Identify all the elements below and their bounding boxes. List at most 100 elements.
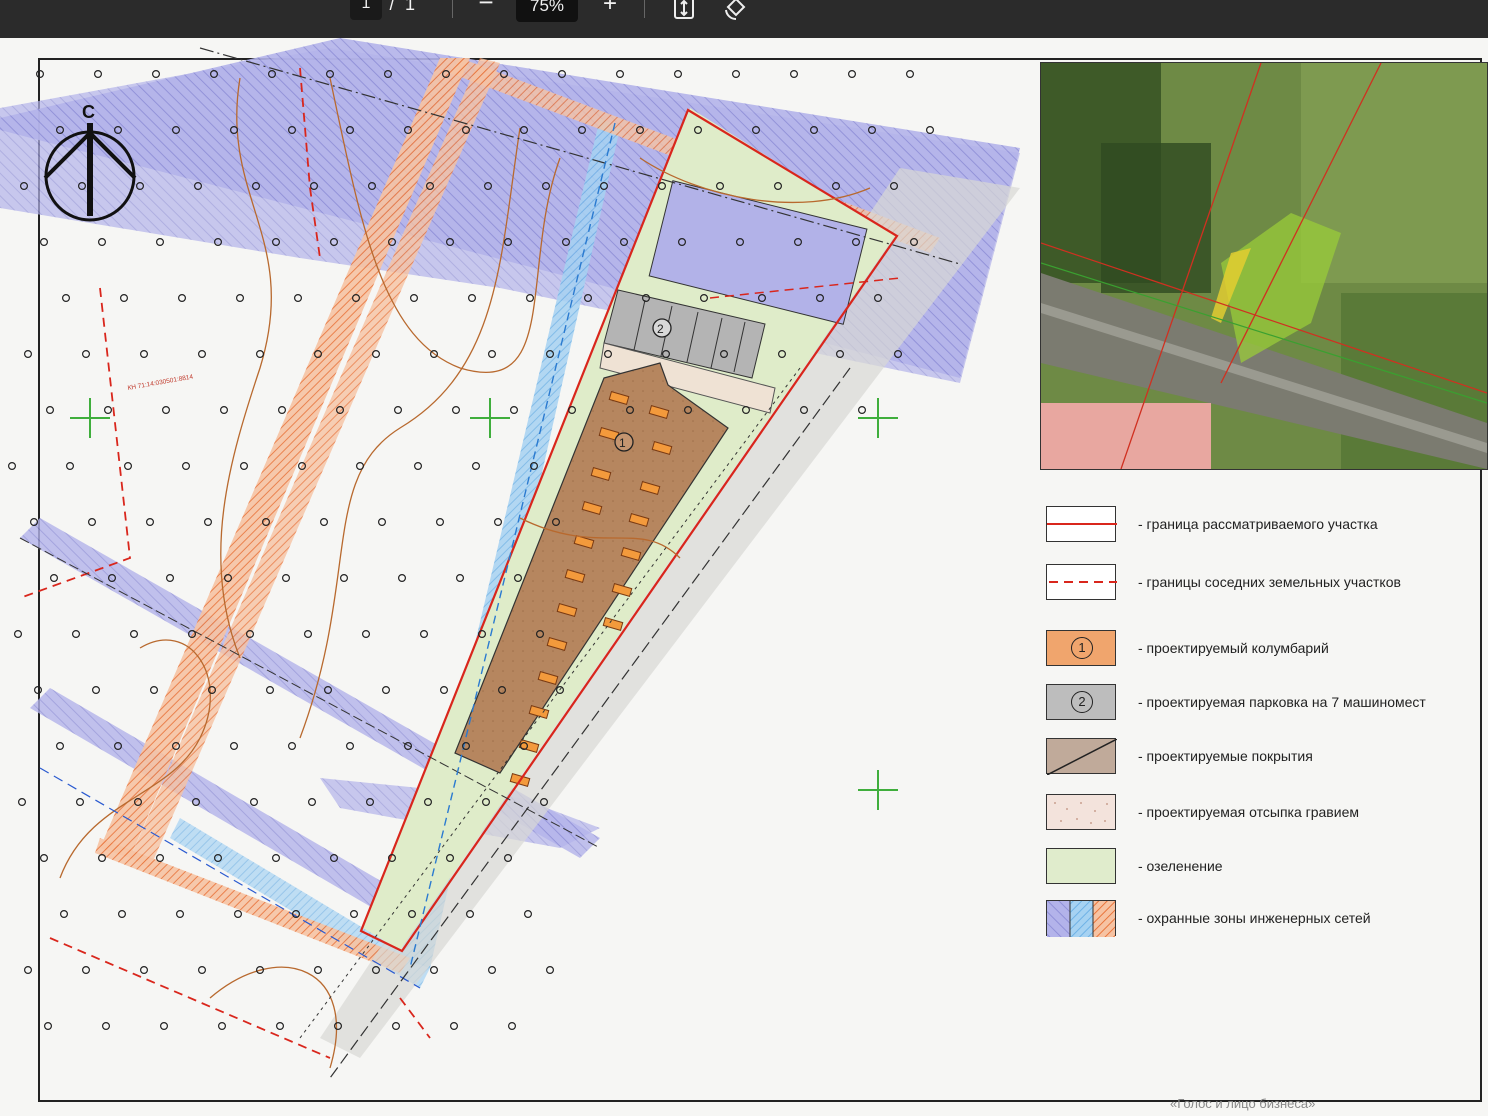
- survey-point: [378, 518, 387, 527]
- survey-point: [71, 629, 80, 638]
- survey-point: [304, 629, 313, 638]
- survey-point: [294, 294, 303, 303]
- pdf-toolbar: 1 / 1 − 75% +: [0, 0, 1488, 42]
- parking-marker-number: 2: [657, 322, 664, 336]
- survey-point: [103, 406, 112, 415]
- survey-point: [81, 965, 90, 974]
- survey-point: [382, 685, 391, 694]
- survey-point: [182, 462, 191, 471]
- survey-point: [81, 350, 90, 359]
- survey-point: [472, 462, 481, 471]
- legend-label: - проектируемые покрытия: [1138, 748, 1313, 764]
- survey-point: [362, 629, 371, 638]
- page-total: 1: [404, 0, 415, 14]
- legend-swatch: [1046, 738, 1118, 776]
- legend-swatch: [1046, 900, 1116, 937]
- survey-point: [288, 741, 297, 750]
- survey-point: [308, 797, 317, 806]
- survey-point: [101, 1021, 110, 1030]
- survey-point: [176, 909, 185, 918]
- survey-point: [452, 406, 461, 415]
- survey-point: [14, 629, 23, 638]
- rotate-icon: [725, 0, 746, 21]
- survey-point: [156, 238, 165, 247]
- survey-point: [178, 294, 187, 303]
- survey-point: [673, 69, 682, 78]
- survey-point: [456, 573, 465, 582]
- survey-point: [24, 965, 33, 974]
- survey-point: [123, 462, 132, 471]
- survey-point: [230, 741, 239, 750]
- legend-swatch: [1046, 794, 1116, 830]
- survey-point: [436, 518, 445, 527]
- toolbar-divider: [452, 0, 453, 18]
- survey-point: [340, 573, 349, 582]
- survey-point: [39, 853, 48, 862]
- survey-point: [146, 518, 155, 527]
- survey-point: [392, 1021, 401, 1030]
- bottom-caption: «Голос и лицо бизнеса»: [1170, 1096, 1316, 1111]
- toolbar-divider: [644, 0, 645, 18]
- fit-page-icon: [674, 0, 694, 19]
- pdf-page: С КН 71:14:030501:8814 2 1 - граница рас…: [0, 38, 1488, 1116]
- survey-point: [236, 294, 245, 303]
- north-label: С: [82, 102, 95, 122]
- survey-point: [49, 573, 58, 582]
- survey-point: [160, 1021, 169, 1030]
- survey-point: [410, 294, 419, 303]
- legend-label: - проектируемая отсыпка гравием: [1138, 804, 1359, 820]
- survey-point: [140, 350, 149, 359]
- survey-point: [450, 1021, 459, 1030]
- survey-point: [314, 965, 323, 974]
- survey-point: [615, 69, 624, 78]
- survey-point: [220, 406, 229, 415]
- survey-point: [8, 462, 17, 471]
- survey-point: [510, 406, 519, 415]
- survey-point: [372, 350, 381, 359]
- survey-point: [87, 518, 96, 527]
- survey-point: [925, 125, 934, 134]
- survey-point: [18, 797, 27, 806]
- survey-point: [320, 518, 329, 527]
- survey-point: [346, 741, 355, 750]
- zoom-out-button[interactable]: −: [472, 0, 500, 18]
- survey-point: [130, 629, 139, 638]
- survey-point: [117, 909, 126, 918]
- survey-point: [198, 965, 207, 974]
- columbarium-marker-number: 1: [619, 436, 626, 450]
- survey-point: [494, 518, 503, 527]
- survey-point: [97, 238, 106, 247]
- legend-label: - граница рассматриваемого участка: [1138, 516, 1378, 532]
- survey-point: [166, 573, 175, 582]
- survey-point: [61, 294, 70, 303]
- fit-page-button[interactable]: [670, 0, 698, 22]
- survey-point: [545, 965, 554, 974]
- zoom-level-input[interactable]: 75%: [516, 0, 578, 22]
- survey-point: [278, 406, 287, 415]
- survey-point: [43, 1021, 52, 1030]
- legend-number: 1: [1071, 637, 1093, 659]
- survey-point: [272, 853, 281, 862]
- survey-point: [45, 406, 54, 415]
- survey-point: [162, 406, 171, 415]
- survey-point: [234, 909, 243, 918]
- location-map-inset: [1040, 62, 1488, 470]
- survey-point: [39, 238, 48, 247]
- page-number-input[interactable]: 1: [350, 0, 382, 20]
- survey-point: [420, 629, 429, 638]
- survey-point: [282, 573, 291, 582]
- legend-swatch: 1: [1046, 630, 1116, 666]
- survey-point: [525, 294, 534, 303]
- survey-point: [256, 350, 265, 359]
- rotate-button[interactable]: [722, 0, 750, 22]
- survey-point: [55, 741, 64, 750]
- survey-point: [198, 350, 207, 359]
- zoom-in-button[interactable]: +: [596, 0, 624, 20]
- survey-point: [218, 1021, 227, 1030]
- survey-point: [93, 69, 102, 78]
- survey-point: [276, 1021, 285, 1030]
- survey-point: [731, 69, 740, 78]
- survey-point: [24, 350, 33, 359]
- legend-label: - охранные зоны инженерных сетей: [1138, 910, 1371, 926]
- plus-icon: +: [602, 0, 617, 17]
